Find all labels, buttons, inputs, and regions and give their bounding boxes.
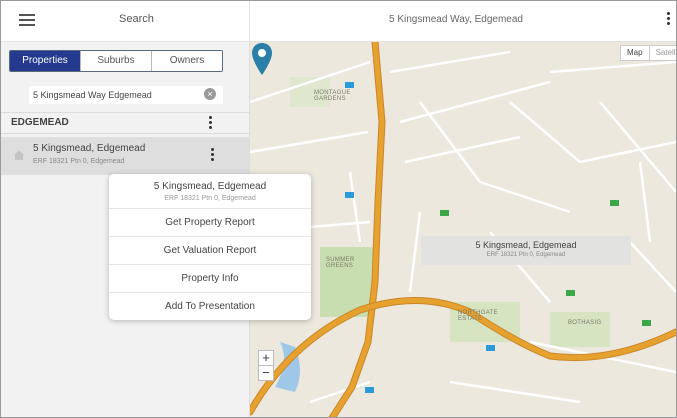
result-title: 5 Kingsmead, Edgemead xyxy=(33,143,146,154)
zoom-out-button[interactable]: − xyxy=(258,366,274,381)
location-pin-icon[interactable] xyxy=(250,42,274,76)
map-type-map-button[interactable]: Map xyxy=(621,46,649,60)
area-label: SUMMER GREENS xyxy=(326,257,355,269)
more-options-icon[interactable] xyxy=(665,12,671,30)
results-section-header: EDGEMEAD xyxy=(1,112,249,134)
search-input[interactable]: 5 Kingsmead Way Edgemead xyxy=(29,86,223,104)
section-more-icon[interactable] xyxy=(207,116,213,130)
map-type-satellite-button[interactable]: Satellite xyxy=(648,46,676,60)
property-actions-popup: 5 Kingsmead, Edgemead ERF 18321 Ptn 0, E… xyxy=(109,174,311,320)
map-view[interactable]: MONTAGUE GARDENS SUMMER GREENS NORTHGATE… xyxy=(250,42,676,417)
home-icon xyxy=(14,150,24,160)
tab-suburbs[interactable]: Suburbs xyxy=(81,51,152,71)
map-address-title: 5 Kingsmead Way, Edgemead xyxy=(389,14,523,25)
clear-search-icon[interactable]: × xyxy=(204,88,216,100)
area-label: NORTHGATE ESTATE xyxy=(458,310,498,322)
section-title: EDGEMEAD xyxy=(11,117,69,128)
callout-title: 5 Kingsmead, Edgemead xyxy=(475,240,577,250)
get-valuation-report-button[interactable]: Get Valuation Report xyxy=(109,237,311,265)
callout-subtitle: ERF 18321 Ptn 0, Edgemead xyxy=(486,252,566,258)
tab-owners[interactable]: Owners xyxy=(152,51,222,71)
popup-header: 5 Kingsmead, Edgemead ERF 18321 Ptn 0, E… xyxy=(109,174,311,209)
area-label: MONTAGUE GARDENS xyxy=(314,90,351,102)
zoom-in-button[interactable]: + xyxy=(258,350,274,366)
tab-properties[interactable]: Properties xyxy=(10,51,81,71)
result-item[interactable]: 5 Kingsmead, Edgemead ERF 18321 Ptn 0, E… xyxy=(1,137,249,175)
result-more-icon[interactable] xyxy=(209,148,215,162)
map-callout[interactable]: 5 Kingsmead, Edgemead ERF 18321 Ptn 0, E… xyxy=(421,236,631,265)
search-type-tabs: Properties Suburbs Owners xyxy=(9,50,223,72)
result-subtitle: ERF 18321 Ptn 0, Edgemead xyxy=(33,158,125,165)
menu-icon[interactable] xyxy=(19,14,35,26)
add-to-presentation-button[interactable]: Add To Presentation xyxy=(109,293,311,320)
top-bar: Search 5 Kingsmead Way, Edgemead xyxy=(1,1,676,42)
area-label: BOTHASIG xyxy=(568,320,602,326)
header-divider xyxy=(249,1,250,41)
zoom-controls: + − xyxy=(258,350,274,381)
popup-title: 5 Kingsmead, Edgemead xyxy=(153,181,267,192)
property-info-button[interactable]: Property Info xyxy=(109,265,311,293)
app-frame: Search 5 Kingsmead Way, Edgemead Propert… xyxy=(0,0,677,418)
popup-subtitle: ERF 18321 Ptn 0, Edgemead xyxy=(164,195,256,202)
get-property-report-button[interactable]: Get Property Report xyxy=(109,209,311,237)
map-type-toggle: Map Satellite xyxy=(620,45,676,61)
search-panel-title: Search xyxy=(119,13,154,25)
park-area xyxy=(550,312,610,347)
